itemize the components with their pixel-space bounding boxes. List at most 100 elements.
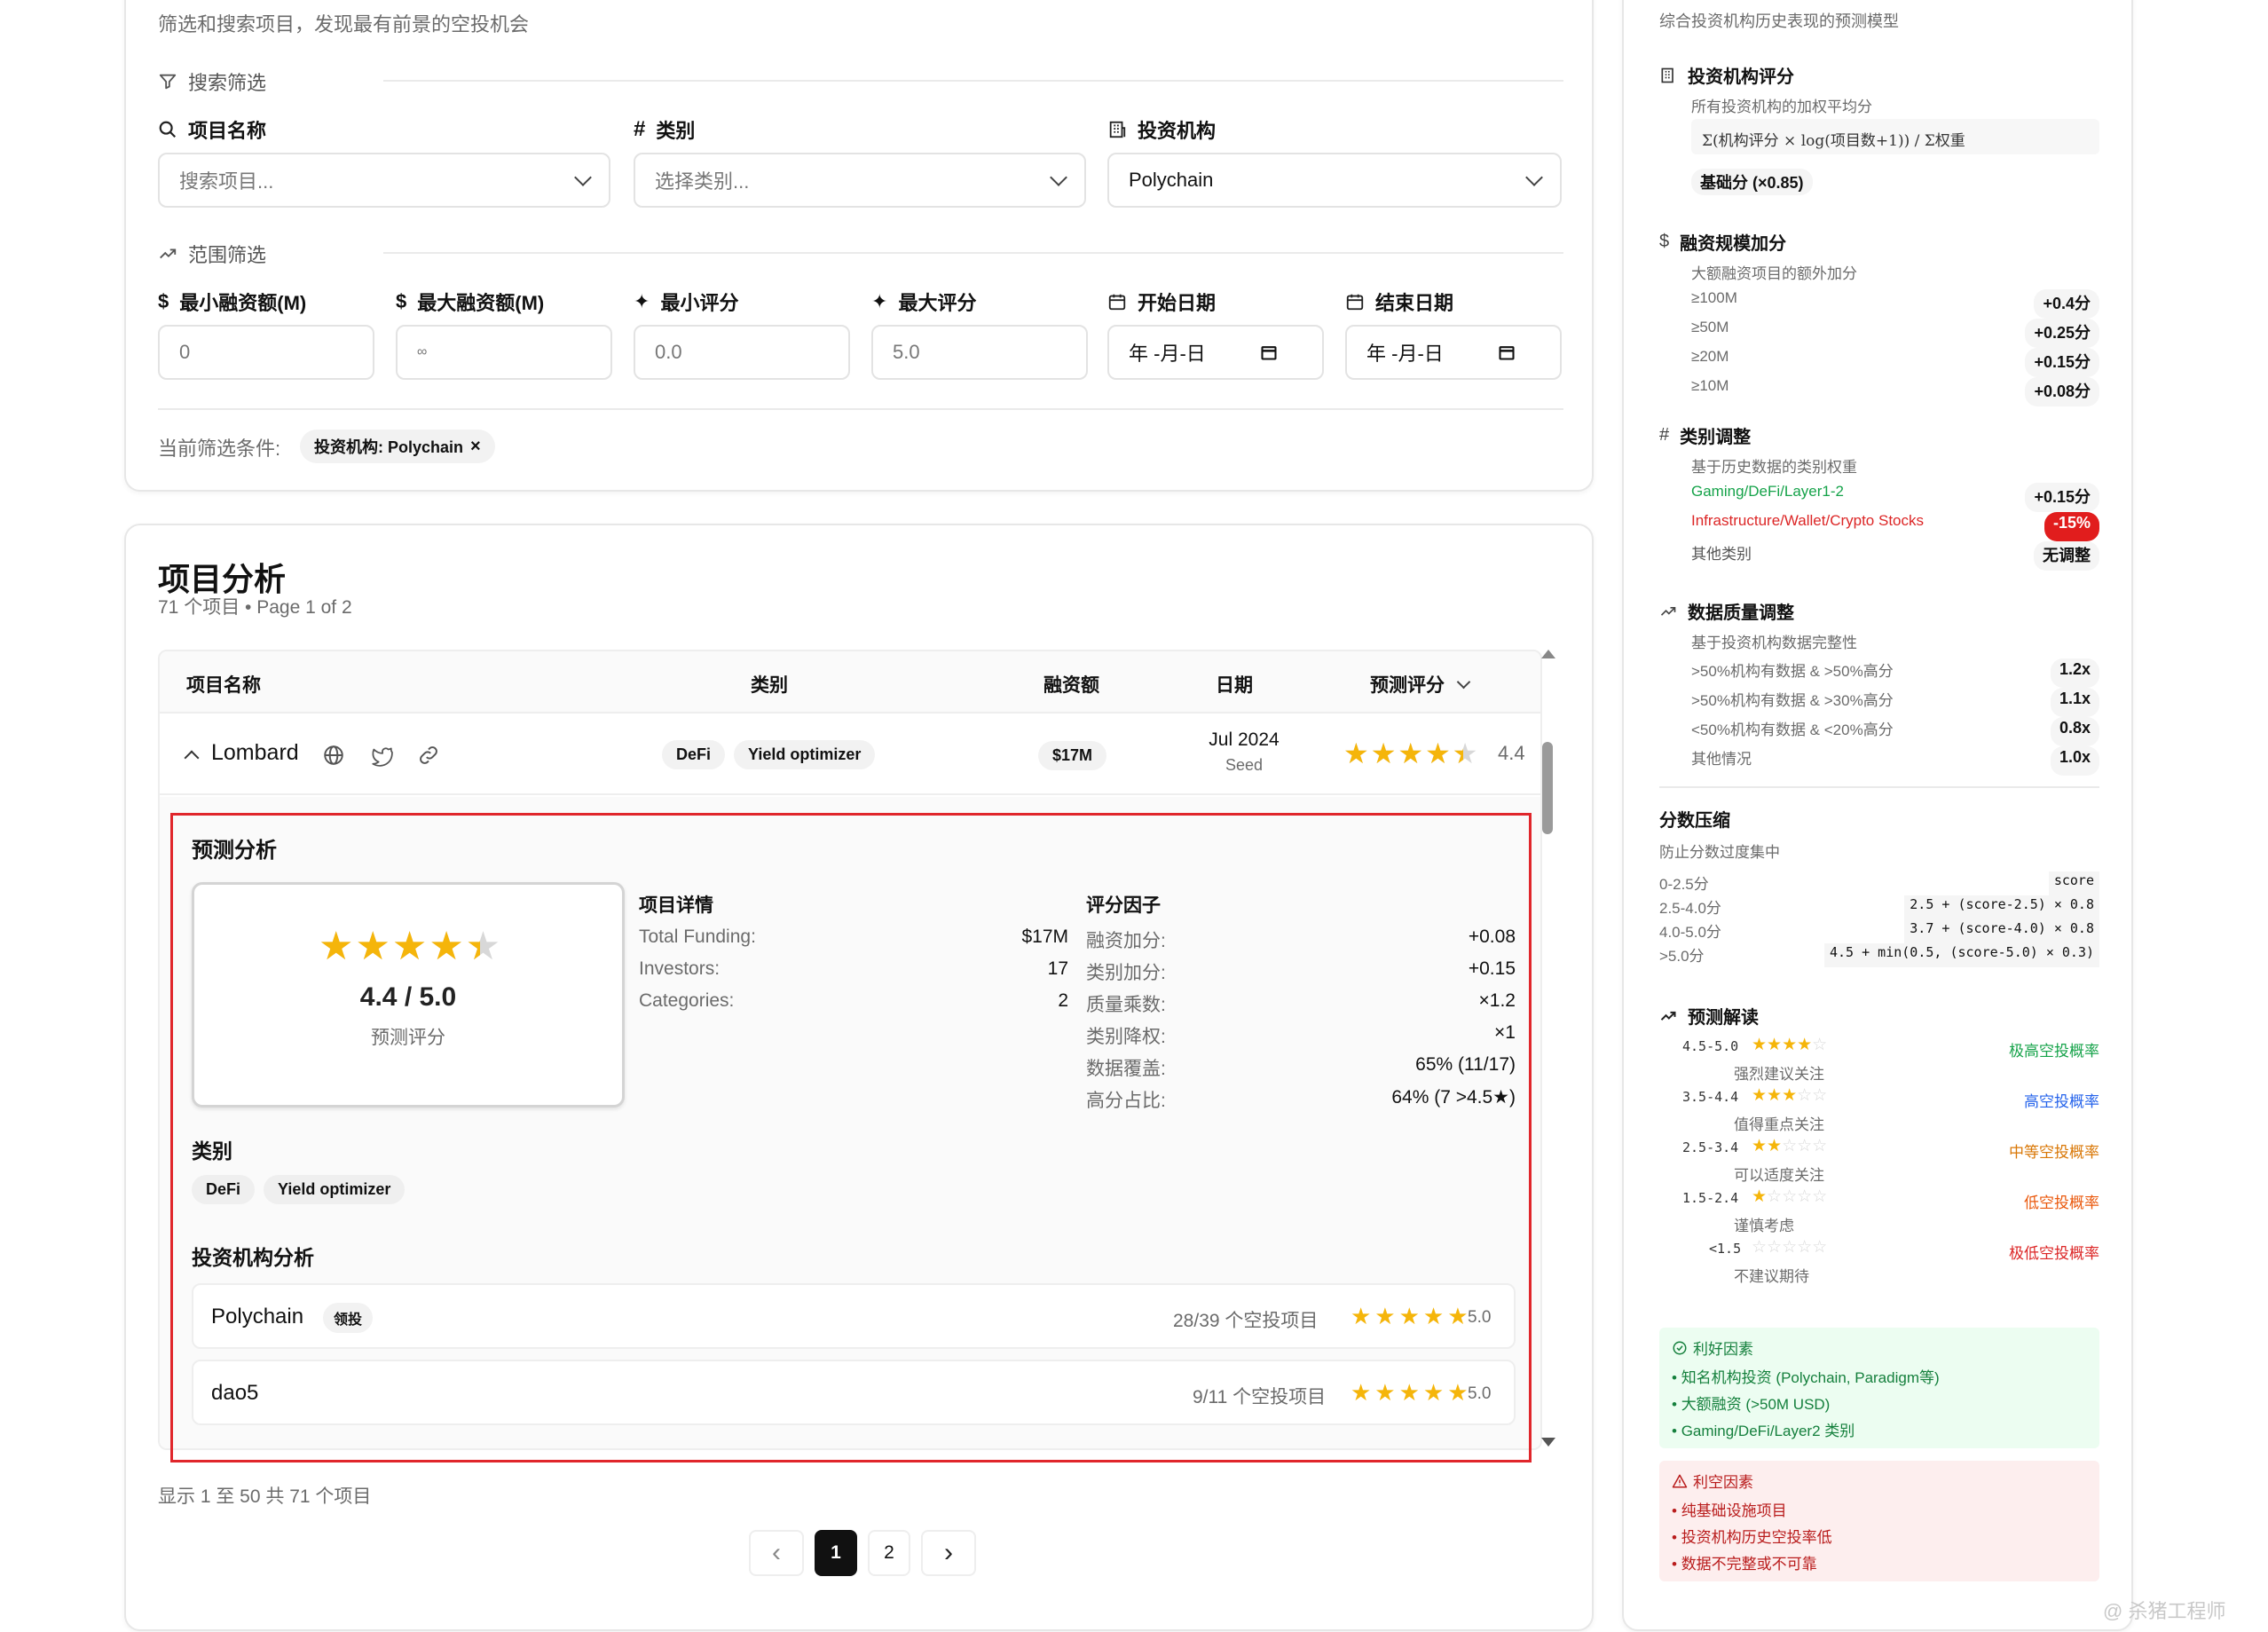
- model-sidebar: 综合投资机构历史表现的预测模型 投资机构评分 所有投资机构的加权平均分 Σ(机构…: [1622, 0, 2133, 1631]
- col-header-score[interactable]: 预测评分: [1370, 671, 1471, 698]
- prev-page-button[interactable]: ‹: [749, 1530, 804, 1576]
- analysis-card: 项目分析 71 个项目 • Page 1 of 2 项目名称 类别 融资额 日期…: [124, 524, 1594, 1631]
- table-header: 项目名称 类别 融资额 日期 预测评分: [160, 651, 1540, 714]
- scrollbar[interactable]: [1537, 650, 1558, 1450]
- collapse-chevron-icon[interactable]: [184, 750, 200, 766]
- list-item: 其他情况 1.0x: [1691, 746, 2099, 776]
- max-score-input[interactable]: 5.0: [871, 325, 1088, 380]
- range-filter-heading: 范围筛选: [158, 240, 266, 268]
- min-score-input[interactable]: 0.0: [634, 325, 850, 380]
- scroll-down-arrow[interactable]: [1541, 1438, 1555, 1447]
- end-date-input[interactable]: 年 -月-日: [1345, 325, 1562, 380]
- dollar-icon: $: [396, 290, 407, 312]
- max-funding-input[interactable]: ∞: [396, 325, 612, 380]
- investor-score-heading: 投资机构评分: [1659, 62, 1794, 88]
- twitter-icon[interactable]: [370, 744, 393, 767]
- positive-item: • 知名机构投资 (Polychain, Paradigm等): [1672, 1369, 1940, 1386]
- highlight-box: [170, 813, 1532, 1462]
- interpretation-row: 3.5-4.4 ★★★☆☆ 值得重点关注 高空投概率: [1682, 1086, 2099, 1133]
- compression-desc: 防止分数过度集中: [1659, 844, 1780, 861]
- hash-icon: #: [1659, 425, 1670, 445]
- list-item: >50%机构有数据 & >30%高分 1.1x: [1691, 688, 2099, 717]
- category-adjust-heading: # 类别调整: [1659, 425, 1752, 447]
- link-icon[interactable]: [417, 744, 440, 767]
- funding-bonus-desc: 大额融资项目的额外加分: [1691, 265, 1857, 282]
- funding-bonus-list: ≥100M +0.4分 ≥50M +0.25分 ≥20M +0.15分 ≥10M +0.…: [1691, 289, 2099, 406]
- category-pill: Yield optimizer: [734, 740, 876, 769]
- filter-subtitle: 筛选和搜索项目，发现最有前景的空投机会: [158, 13, 530, 35]
- globe-icon[interactable]: [322, 744, 345, 767]
- positive-factors-title: 利好因素: [1672, 1336, 1753, 1359]
- interpretation-stars: ★★★★☆: [1752, 1036, 1828, 1054]
- interpretation-row: 2.5-3.4 ★★☆☆☆ 可以适度关注 中等空投概率: [1682, 1137, 2099, 1184]
- sidebar-subtitle: 综合投资机构历史表现的预测模型: [1659, 12, 1899, 30]
- list-item: <50%机构有数据 & <20%高分 0.8x: [1691, 717, 2099, 746]
- sparkles-icon: ✦: [634, 290, 650, 312]
- negative-factors-box: 利空因素 • 纯基础设施项目 • 投资机构历史空投率低 • 数据不完整或不可靠: [1659, 1461, 2099, 1581]
- pagination-summary: 显示 1 至 50 共 71 个项目: [158, 1486, 372, 1507]
- rating-fill: ★★★★★: [1343, 737, 1463, 769]
- building-icon: [1661, 67, 1673, 83]
- divider: [383, 80, 1563, 82]
- max-score-label: ✦ 最大评分: [871, 290, 977, 314]
- next-page-button[interactable]: ›: [921, 1530, 976, 1576]
- chevron-down-icon: [1525, 169, 1543, 186]
- category-adjust-list: Gaming/DeFi/Layer1-2 +0.15分 Infrastructur…: [1691, 483, 2099, 571]
- sort-chevron-icon: [1456, 674, 1471, 689]
- search-filter-heading: 搜索筛选: [158, 67, 266, 96]
- list-item: ≥100M +0.4分: [1691, 289, 2099, 319]
- positive-factors-box: 利好因素 • 知名机构投资 (Polychain, Paradigm等) • 大…: [1659, 1328, 2099, 1448]
- col-header-date: 日期: [1216, 675, 1253, 696]
- negative-item: • 纯基础设施项目: [1672, 1502, 1787, 1519]
- page-button-2[interactable]: 2: [868, 1530, 910, 1576]
- investor-label: 投资机构: [1107, 115, 1216, 144]
- investor-select[interactable]: Polychain: [1107, 153, 1562, 208]
- sparkles-icon: ✦: [871, 290, 888, 312]
- list-item: >50%机构有数据 & >50%高分 1.2x: [1691, 658, 2099, 688]
- list-item: 4.0-5.0分 3.7 + (score-4.0) × 0.8: [1659, 919, 2099, 943]
- calendar-icon[interactable]: [1498, 343, 1516, 361]
- positive-item: • Gaming/DeFi/Layer2 类别: [1672, 1423, 1855, 1439]
- interpretation-row: <1.5 ☆☆☆☆☆ 不建议期待 极低空投概率: [1709, 1238, 2099, 1285]
- warning-icon: [1672, 1474, 1688, 1487]
- category-label: # 类别: [634, 117, 696, 142]
- category-select[interactable]: 选择类别...: [634, 153, 1086, 208]
- negative-item: • 投资机构历史空投率低: [1672, 1529, 1832, 1546]
- filter-icon: [159, 74, 177, 90]
- search-icon: [159, 121, 177, 138]
- calendar-icon[interactable]: [1260, 343, 1278, 361]
- table-row[interactable]: Lombard DeFi Yield optimizer $17M Jul 20…: [160, 715, 1540, 795]
- max-funding-label: $ 最大融资额(M): [396, 290, 545, 314]
- formula: Σ(机构评分 × log(项目数+1)) / Σ权重: [1702, 132, 1965, 150]
- project-name-label: 项目名称: [158, 115, 266, 144]
- divider: [158, 408, 1563, 410]
- active-filter-chip: 投资机构: Polychain ×: [300, 430, 495, 463]
- funding-bonus-heading: $ 融资规模加分: [1659, 232, 1787, 254]
- divider: [1659, 786, 2099, 788]
- start-date-input[interactable]: 年 -月-日: [1107, 325, 1324, 380]
- close-icon[interactable]: ×: [470, 437, 481, 457]
- list-item: Gaming/DeFi/Layer1-2 +0.15分: [1691, 483, 2099, 512]
- interpretation-stars: ★☆☆☆☆: [1752, 1187, 1828, 1206]
- list-item: ≥50M +0.25分: [1691, 319, 2099, 348]
- dollar-icon: $: [1659, 232, 1670, 251]
- scroll-up-arrow[interactable]: [1541, 650, 1555, 658]
- building-icon: [1109, 121, 1126, 138]
- negative-factors-title: 利空因素: [1672, 1470, 1753, 1492]
- formula-box: Σ(机构评分 × log(项目数+1)) / Σ权重: [1691, 119, 2099, 154]
- row-round: Seed: [1225, 756, 1264, 774]
- calendar-icon: [1108, 294, 1126, 311]
- list-item: ≥20M +0.15分: [1691, 348, 2099, 377]
- project-name-select[interactable]: 搜索项目...: [158, 153, 610, 208]
- list-item: 0-2.5分 score: [1659, 871, 2099, 895]
- page-button-1[interactable]: 1: [815, 1530, 857, 1576]
- list-item: Infrastructure/Wallet/Crypto Stocks -15%: [1691, 512, 2099, 541]
- scroll-thumb[interactable]: [1542, 742, 1553, 834]
- min-funding-input[interactable]: 0: [158, 325, 374, 380]
- interpretation-stars: ☆☆☆☆☆: [1752, 1238, 1828, 1257]
- compression-list: 0-2.5分 score 2.5-4.0分 2.5 + (score-2.5) × …: [1659, 871, 2099, 967]
- category-pill: DeFi: [662, 740, 726, 769]
- project-name[interactable]: Lombard: [211, 740, 299, 766]
- interpretation-row: 1.5-2.4 ★☆☆☆☆ 谨慎考虑 低空投概率: [1682, 1187, 2099, 1234]
- interpretation-heading: 预测解读: [1659, 1003, 1759, 1029]
